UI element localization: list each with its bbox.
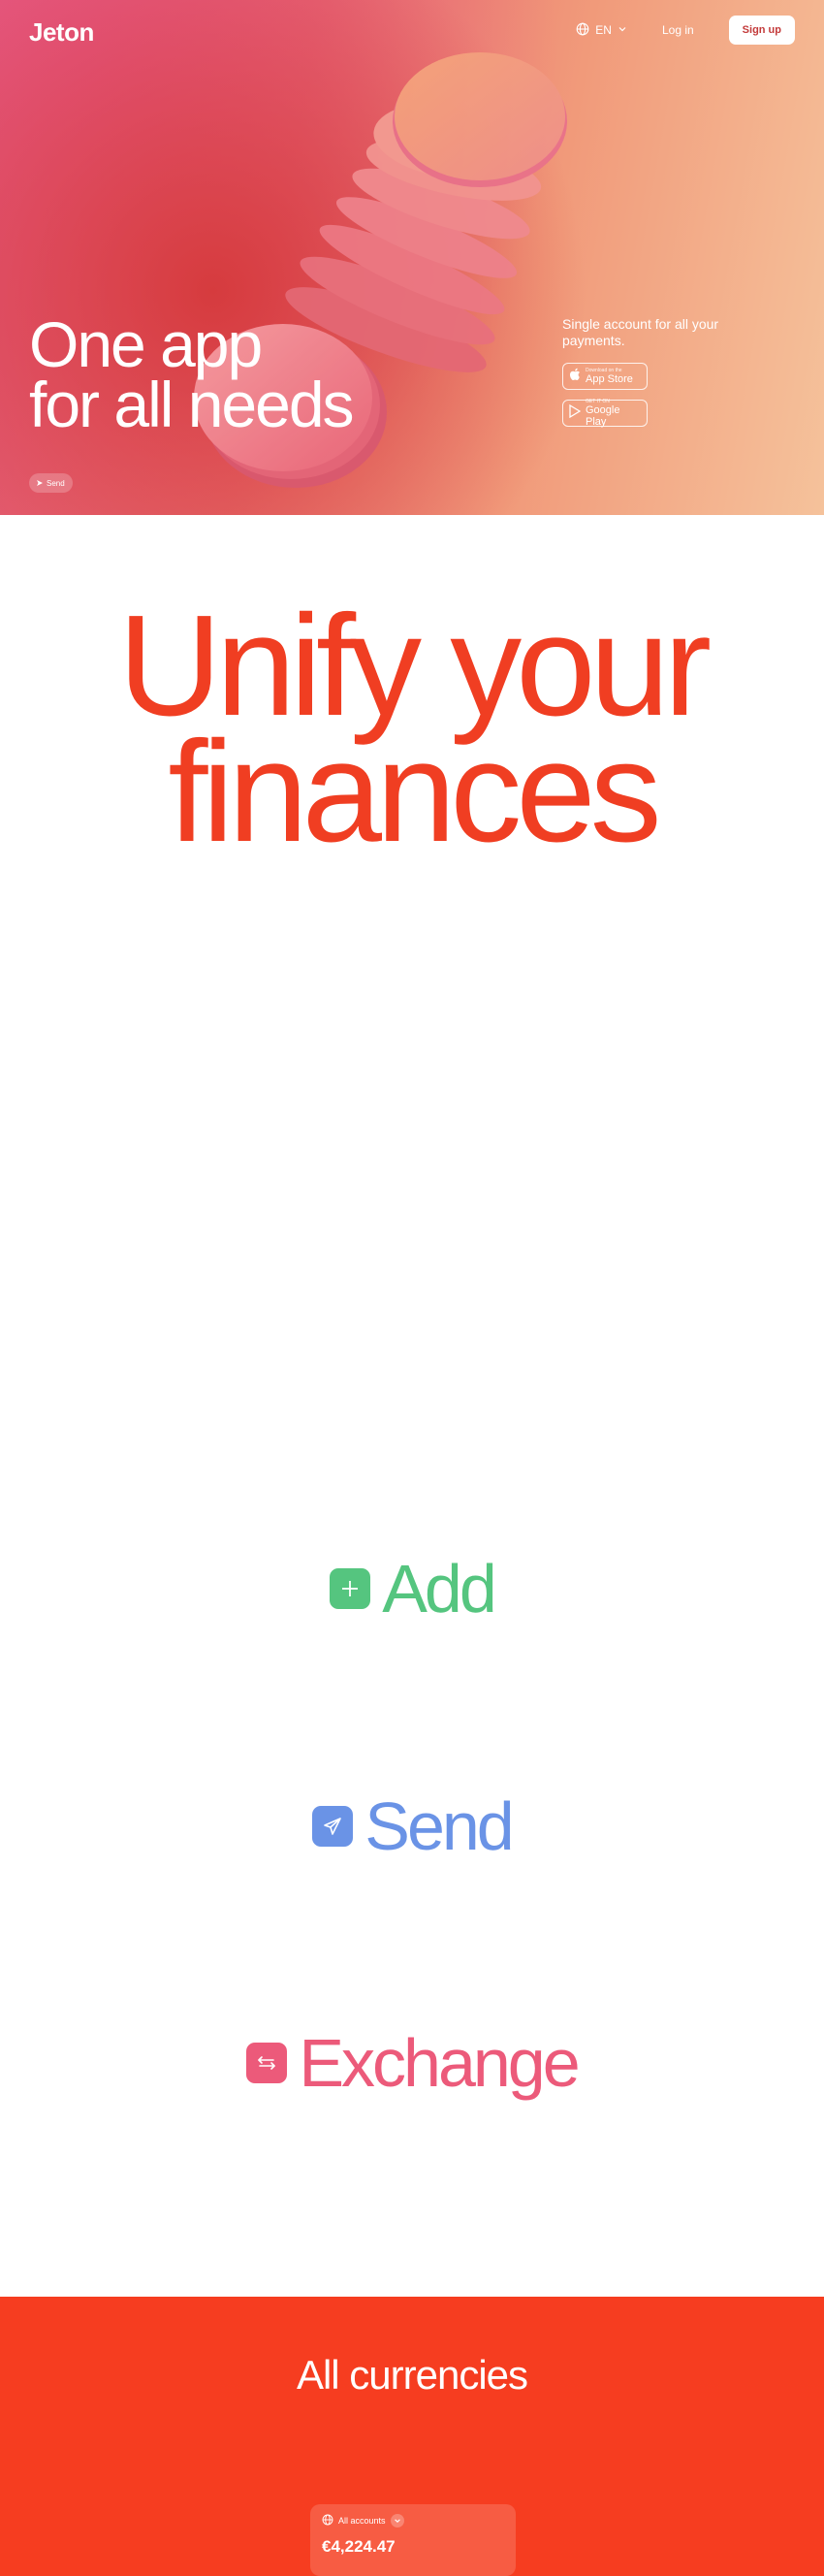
feature-exchange[interactable]: Exchange [0, 2029, 824, 2097]
account-selector[interactable]: All accounts [322, 2514, 504, 2528]
unify-heading: Unify your finances [0, 595, 824, 864]
hero-title-line2: for all needs [29, 369, 355, 440]
feature-send[interactable]: Send [0, 1792, 824, 1860]
google-play-big: Google Play [586, 404, 620, 428]
currencies-section: All currencies All accounts €4,224.47 [0, 2297, 824, 2576]
feature-send-label: Send [364, 1788, 514, 1864]
language-selector[interactable]: EN [576, 22, 627, 39]
login-button[interactable]: Log in [649, 23, 708, 37]
exchange-arrows-icon [246, 2043, 288, 2083]
hero-section: Jeton EN Log in Sign up One app for all … [0, 0, 824, 515]
google-play-button[interactable]: GET IT ON Google Play [562, 399, 648, 428]
feature-add[interactable]: Add [0, 1555, 824, 1623]
hero-cta-panel: Single account for all your payments. Do… [562, 316, 756, 436]
chevron-down-icon [618, 23, 627, 37]
jeton-logo[interactable]: Jeton [29, 17, 94, 48]
feature-exchange-label: Exchange [299, 2025, 580, 2101]
top-nav: EN Log in Sign up [576, 16, 795, 45]
signup-button[interactable]: Sign up [728, 16, 795, 45]
arrow-icon [37, 479, 43, 488]
account-balance: €4,224.47 [322, 2537, 396, 2556]
app-store-big: App Store [586, 373, 633, 385]
apple-icon [569, 368, 581, 386]
hero-title: One app for all needs [29, 312, 355, 436]
globe-icon [322, 2514, 333, 2528]
feature-add-label: Add [382, 1551, 497, 1626]
language-label: EN [595, 23, 612, 37]
chevron-down-icon [390, 2514, 404, 2528]
send-chip[interactable]: Send [29, 473, 73, 493]
currencies-title: All currencies [296, 2352, 528, 2398]
globe-icon [576, 22, 589, 39]
app-store-button[interactable]: Download on the App Store [562, 363, 648, 390]
unify-line2: finances [168, 712, 661, 872]
account-selector-label: All accounts [338, 2516, 386, 2526]
paper-plane-icon [312, 1806, 354, 1847]
plus-icon [330, 1568, 371, 1609]
hero-tagline: Single account for all your payments. [562, 316, 719, 348]
send-chip-label: Send [47, 478, 65, 488]
account-card[interactable]: All accounts €4,224.47 [310, 2504, 516, 2576]
google-play-icon [569, 403, 582, 423]
google-play-small: GET IT ON [586, 399, 610, 404]
app-store-small: Download on the [586, 368, 622, 373]
